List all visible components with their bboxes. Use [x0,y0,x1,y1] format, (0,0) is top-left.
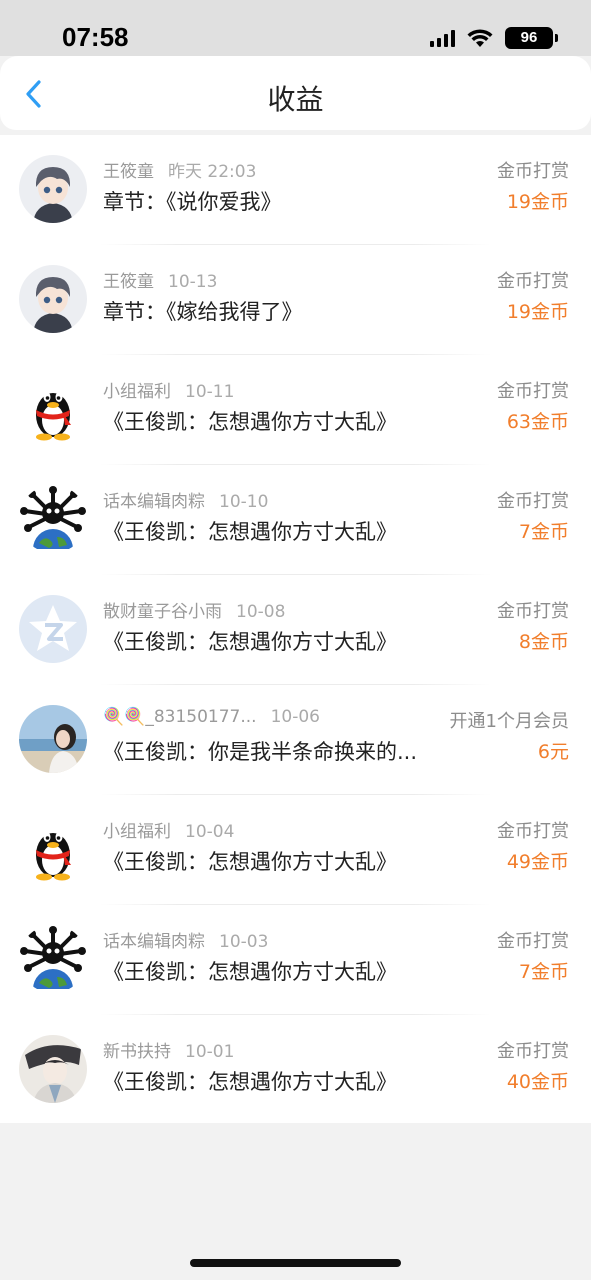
list-item[interactable]: 🍭🍭_83150177... 10-06 《王俊凯：你是我半条命换来的... 开通… [0,685,591,795]
meta-line: 话本编辑肉粽 10-10 [103,487,268,512]
sender-name: 王筱童 [103,272,154,292]
item-amount: 7金币 [518,521,569,543]
status-bar: 07:58 96 [0,0,591,56]
avatar[interactable] [19,265,87,333]
meta-line: 小组福利 10-11 [103,377,234,402]
qq-penguin-avatar-icon [19,375,87,443]
item-amount: 40金币 [506,1071,569,1093]
item-amount: 19金币 [506,191,569,213]
earnings-list: 王筱童 昨天 22:03 章节：《说你爱我》 金币打赏 19金币 王筱童 10-13… [0,135,591,1123]
sender-name: 话本编辑肉粽 [103,492,205,512]
qq-penguin-avatar-icon [19,815,87,883]
avatar[interactable] [19,155,87,223]
item-date: 10-08 [236,602,286,622]
item-title: 《王俊凯：你是我半条命换来的... [103,740,418,764]
list-item[interactable]: 话本编辑肉粽 10-03 《王俊凯：怎想遇你方寸大乱》 金币打赏 7金币 [0,905,591,1015]
home-indicator[interactable] [190,1259,401,1267]
item-title: 章节：《说你爱我》 [103,190,282,214]
sender-name: 🍭🍭_83150177... [103,707,257,727]
meta-line: 散财童子谷小雨 10-08 [103,597,285,622]
signal-icon [430,29,455,47]
sender-name: 散财童子谷小雨 [103,602,222,622]
sender-name: 话本编辑肉粽 [103,932,205,952]
item-date: 10-01 [185,1042,235,1062]
list-item[interactable]: 小组福利 10-11 《王俊凯：怎想遇你方寸大乱》 金币打赏 63金币 [0,355,591,465]
item-title: 《王俊凯：怎想遇你方寸大乱》 [103,850,397,874]
list-item[interactable]: 王筱童 10-13 章节：《嫁给我得了》 金币打赏 19金币 [0,245,591,355]
avatar[interactable] [19,595,87,663]
list-item[interactable]: 新书扶持 10-01 《王俊凯：怎想遇你方寸大乱》 金币打赏 40金币 [0,1015,591,1125]
earth-virus-avatar-icon [19,925,87,993]
meta-line: 🍭🍭_83150177... 10-06 [103,707,320,727]
avatar[interactable] [19,705,87,773]
ink-portrait-avatar-icon [19,1035,87,1103]
item-type: 金币打赏 [497,601,569,622]
item-title: 章节：《嫁给我得了》 [103,300,303,324]
page-title: 收益 [267,83,324,116]
nav-bar: 收益 [0,56,591,130]
avatar[interactable] [19,925,87,993]
item-amount: 6元 [537,741,569,763]
anime-boy-avatar-icon [19,155,87,223]
sender-name: 小组福利 [103,822,171,842]
item-amount: 49金币 [506,851,569,873]
avatar[interactable] [19,485,87,553]
meta-line: 王筱童 10-13 [103,267,217,292]
item-date: 10-11 [185,382,235,402]
item-title: 《王俊凯：怎想遇你方寸大乱》 [103,630,397,654]
sender-name: 小组福利 [103,382,171,402]
item-title: 《王俊凯：怎想遇你方寸大乱》 [103,960,397,984]
item-type: 开通1个月会员 [449,711,569,732]
item-type: 金币打赏 [497,271,569,292]
meta-line: 王筱童 昨天 22:03 [103,157,256,182]
item-date: 10-13 [168,272,218,292]
avatar[interactable] [19,375,87,443]
item-type: 金币打赏 [497,931,569,952]
item-type: 金币打赏 [497,161,569,182]
item-type: 金币打赏 [497,491,569,512]
sender-name: 王筱童 [103,162,154,182]
qzone-star-avatar-icon [19,595,87,663]
status-time: 07:58 [62,22,129,52]
item-date: 10-03 [219,932,269,952]
item-amount: 63金币 [506,411,569,433]
wifi-icon [467,29,493,47]
item-amount: 7金币 [518,961,569,983]
sender-name: 新书扶持 [103,1042,171,1062]
item-title: 《王俊凯：怎想遇你方寸大乱》 [103,1070,397,1094]
item-type: 金币打赏 [497,1041,569,1062]
beach-photo-avatar-icon [19,705,87,773]
earth-virus-avatar-icon [19,485,87,553]
meta-line: 小组福利 10-04 [103,817,234,842]
avatar[interactable] [19,815,87,883]
avatar[interactable] [19,1035,87,1103]
item-date: 10-10 [219,492,269,512]
anime-boy-avatar-icon [19,265,87,333]
battery-icon: 96 [505,27,558,49]
item-type: 金币打赏 [497,381,569,402]
item-title: 《王俊凯：怎想遇你方寸大乱》 [103,410,397,434]
item-date: 10-06 [270,707,320,727]
item-amount: 19金币 [506,301,569,323]
meta-line: 话本编辑肉粽 10-03 [103,927,268,952]
list-item[interactable]: 散财童子谷小雨 10-08 《王俊凯：怎想遇你方寸大乱》 金币打赏 8金币 [0,575,591,685]
list-item[interactable]: 小组福利 10-04 《王俊凯：怎想遇你方寸大乱》 金币打赏 49金币 [0,795,591,905]
item-amount: 8金币 [518,631,569,653]
meta-line: 新书扶持 10-01 [103,1037,234,1062]
item-date: 昨天 22:03 [168,162,257,182]
list-item[interactable]: 话本编辑肉粽 10-10 《王俊凯：怎想遇你方寸大乱》 金币打赏 7金币 [0,465,591,575]
list-item[interactable]: 王筱童 昨天 22:03 章节：《说你爱我》 金币打赏 19金币 [0,135,591,245]
item-title: 《王俊凯：怎想遇你方寸大乱》 [103,520,397,544]
status-icons: 96 [430,26,558,50]
item-type: 金币打赏 [497,821,569,842]
item-date: 10-04 [185,822,235,842]
